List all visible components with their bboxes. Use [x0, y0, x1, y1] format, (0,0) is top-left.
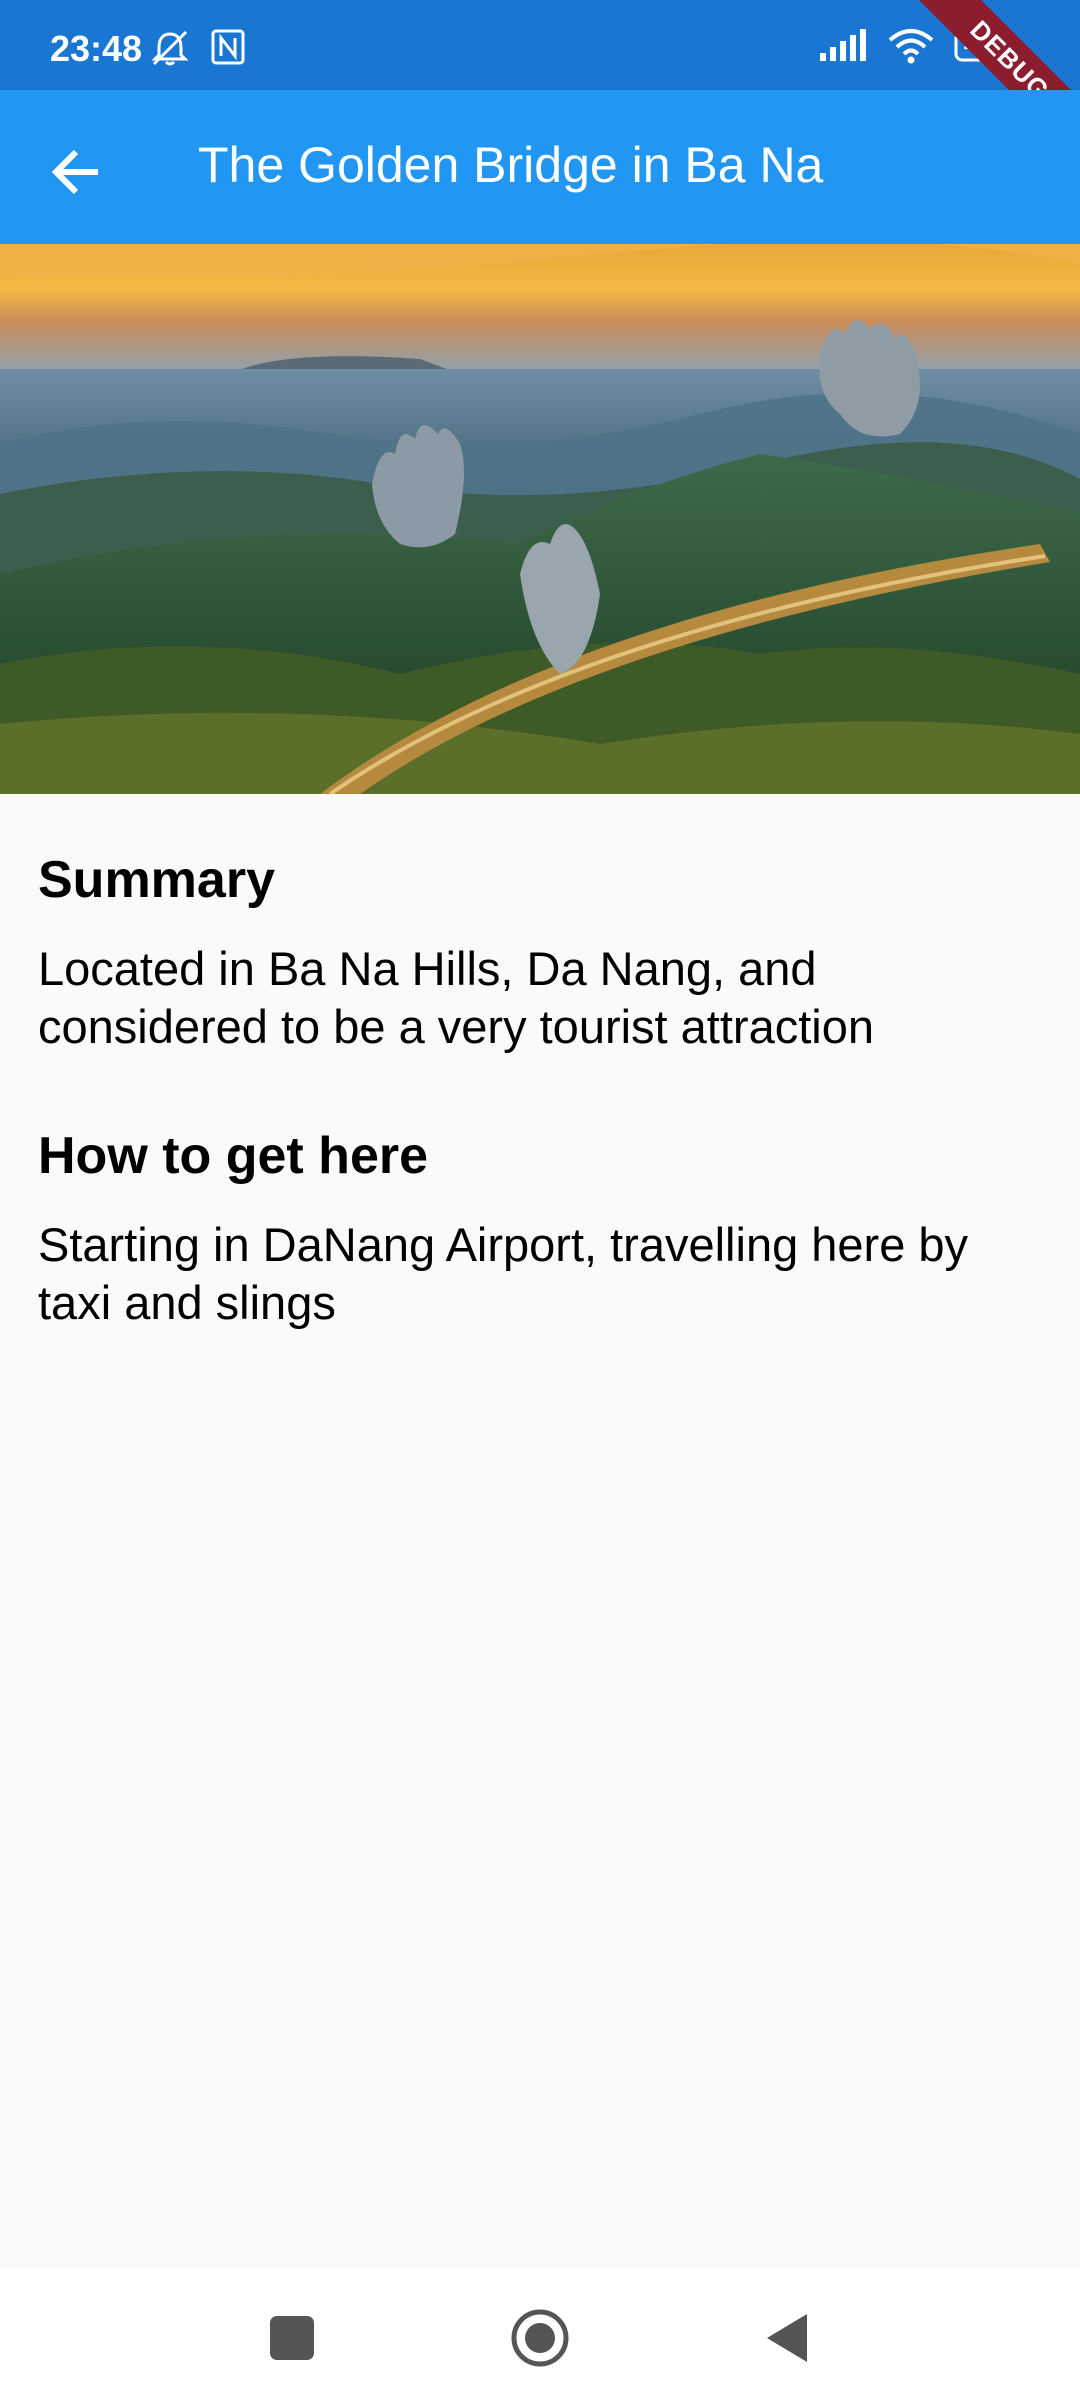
directions-text: Starting in DaNang Airport, travelling h…: [38, 1218, 969, 1329]
system-nav-bar: [0, 2268, 1080, 2400]
recents-button[interactable]: [262, 2308, 322, 2368]
arrow-back-icon: [51, 149, 98, 195]
nfc-icon: [210, 28, 246, 68]
back-button[interactable]: [34, 130, 118, 214]
summary-text: Located in Ba Na Hills, Da Nang, and con…: [38, 942, 874, 1053]
status-time: 23:48: [50, 28, 143, 69]
square-icon: [270, 2316, 314, 2360]
directions-heading: How to get here: [38, 1127, 429, 1185]
circle-icon: [511, 2309, 569, 2367]
wifi-icon: [888, 28, 934, 64]
signal-icon: [818, 29, 868, 63]
app-bar: The Golden Bridge in Ba Na: [0, 90, 1080, 244]
mute-icon: [148, 28, 192, 68]
content: Summary Located in Ba Na Hills, Da Nang,…: [38, 850, 1038, 1402]
summary-heading: Summary: [38, 851, 275, 909]
status-bar: 23:48 DEBUG: [0, 0, 1080, 175]
golden-bridge-photo: [0, 244, 1080, 794]
triangle-back-icon: [767, 2314, 807, 2362]
back-nav-button[interactable]: [757, 2308, 817, 2368]
page-title: The Golden Bridge in Ba Na: [198, 137, 824, 193]
home-button[interactable]: [510, 2308, 570, 2368]
